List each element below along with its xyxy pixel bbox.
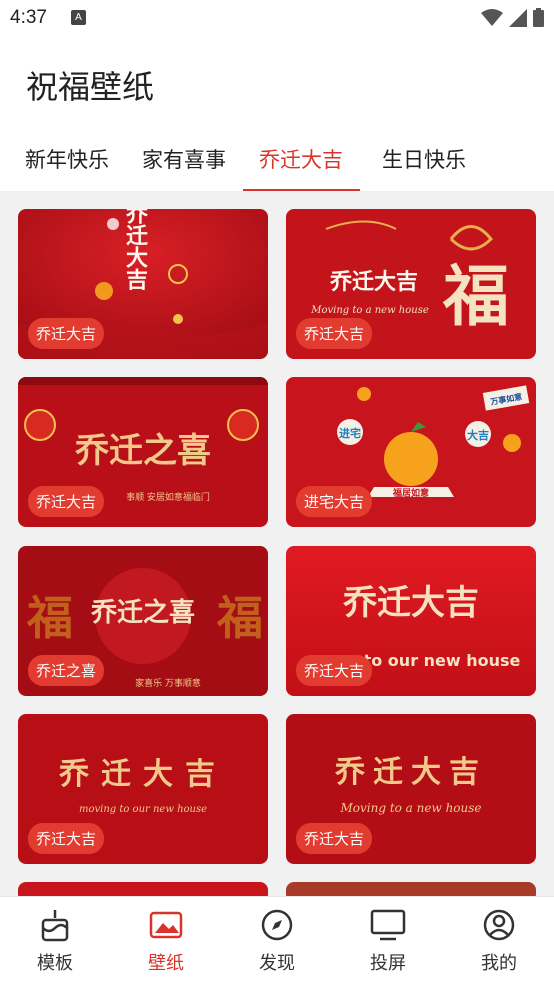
card-badge: 乔迁之喜 xyxy=(28,655,105,686)
card-art-subtitle: 事顺 安居如意福临门 xyxy=(126,491,210,503)
card-art-subtitle: Moving to a new house xyxy=(310,305,429,316)
card-art-fu: 福 xyxy=(216,591,263,645)
nav-label: 模板 xyxy=(37,953,73,974)
card-art-subtitle: 福居如意 xyxy=(392,487,429,499)
nav-templates[interactable]: 模板 xyxy=(0,907,110,975)
cake-icon xyxy=(41,910,69,942)
wallpaper-thumbnail xyxy=(18,882,268,896)
nav-profile[interactable]: 我的 xyxy=(444,907,554,975)
tv-icon xyxy=(370,909,406,941)
card-art-fu: 福 xyxy=(442,257,509,335)
category-tabs: 新年快乐 家有喜事 乔迁大吉 生日快乐 xyxy=(0,136,554,191)
card-badge: 乔迁大吉 xyxy=(28,318,105,349)
card-art-subtitle: 家喜乐 万事顺意 xyxy=(135,677,201,689)
tab-new-year[interactable]: 新年快乐 xyxy=(25,144,109,174)
status-icons xyxy=(481,8,544,27)
card-art-text: 乔迁大吉 xyxy=(329,269,418,295)
card-art-text: 乔迁大吉 xyxy=(122,209,149,291)
wallpaper-card[interactable]: 乔迁大吉 Moving to a new house 乔迁大吉 xyxy=(286,714,536,864)
signal-icon xyxy=(509,8,527,27)
card-art-tag: 大吉 xyxy=(467,428,489,442)
nav-cast[interactable]: 投屏 xyxy=(333,907,443,975)
wallpaper-grid: 乔迁大吉 乔迁大吉 福 乔迁大吉 Moving to a new house 乔… xyxy=(0,191,554,896)
card-art-subtitle: Moving to a new house xyxy=(339,801,481,815)
card-badge: 乔迁大吉 xyxy=(296,823,373,854)
notification-icon: A xyxy=(71,10,86,25)
card-art-subtitle: moving to our new house xyxy=(79,804,207,815)
user-icon xyxy=(483,909,515,941)
nav-label: 壁纸 xyxy=(148,953,184,974)
image-icon xyxy=(149,911,183,939)
nav-discover[interactable]: 发现 xyxy=(222,907,332,975)
card-art-text: 乔迁大吉 xyxy=(335,755,487,790)
nav-wallpaper[interactable]: 壁纸 xyxy=(111,907,221,975)
wallpaper-card[interactable] xyxy=(286,882,536,896)
page-title: 祝福壁纸 xyxy=(26,68,155,106)
bottom-nav: 模板 壁纸 发现 投屏 我的 xyxy=(0,896,554,987)
app-header: 祝福壁纸 新年快乐 家有喜事 乔迁大吉 生日快乐 xyxy=(0,36,554,191)
wallpaper-card[interactable]: 乔迁大吉 to our new house 乔迁大吉 xyxy=(286,546,536,696)
card-art-text: 乔迁大吉 xyxy=(343,583,479,623)
nav-label: 投屏 xyxy=(370,953,406,974)
card-badge: 乔迁大吉 xyxy=(28,486,105,517)
tab-family-joy[interactable]: 家有喜事 xyxy=(142,144,226,174)
tab-birthday[interactable]: 生日快乐 xyxy=(382,144,466,174)
card-badge: 进宅大吉 xyxy=(296,486,373,517)
wifi-icon xyxy=(481,8,503,26)
tab-housewarming[interactable]: 乔迁大吉 xyxy=(259,144,343,174)
card-art-subtitle: to our new house xyxy=(364,651,521,670)
wallpaper-card[interactable]: 乔迁大吉 乔迁大吉 xyxy=(18,209,268,359)
wallpaper-card[interactable]: 福 乔迁大吉 Moving to a new house 乔迁大吉 xyxy=(286,209,536,359)
wallpaper-card[interactable]: 进宅 大吉 万事如意 福居如意 进宅大吉 xyxy=(286,377,536,527)
wallpaper-card[interactable] xyxy=(18,882,268,896)
card-art-fu: 福 xyxy=(26,591,73,645)
status-time: 4:37 xyxy=(10,7,47,28)
nav-label: 我的 xyxy=(481,953,517,974)
wallpaper-card[interactable]: 福 福 乔迁之喜 家喜乐 万事顺意 乔迁之喜 xyxy=(18,546,268,696)
card-art-text: 乔迁之喜 xyxy=(90,597,195,628)
card-badge: 乔迁大吉 xyxy=(28,823,105,854)
battery-icon xyxy=(533,8,544,27)
wallpaper-card[interactable]: 乔迁大吉 moving to our new house 乔迁大吉 xyxy=(18,714,268,864)
card-art-tag: 进宅 xyxy=(339,426,361,440)
card-badge: 乔迁大吉 xyxy=(296,655,373,686)
wallpaper-card[interactable]: 乔迁之喜 事顺 安居如意福临门 乔迁大吉 xyxy=(18,377,268,527)
compass-icon xyxy=(261,909,293,941)
wallpaper-thumbnail xyxy=(286,882,536,896)
status-bar: 4:37 A xyxy=(0,0,554,36)
card-art-text: 乔迁之喜 xyxy=(75,431,211,471)
card-badge: 乔迁大吉 xyxy=(296,318,373,349)
card-art-text: 乔迁大吉 xyxy=(59,757,227,792)
nav-label: 发现 xyxy=(259,953,295,974)
